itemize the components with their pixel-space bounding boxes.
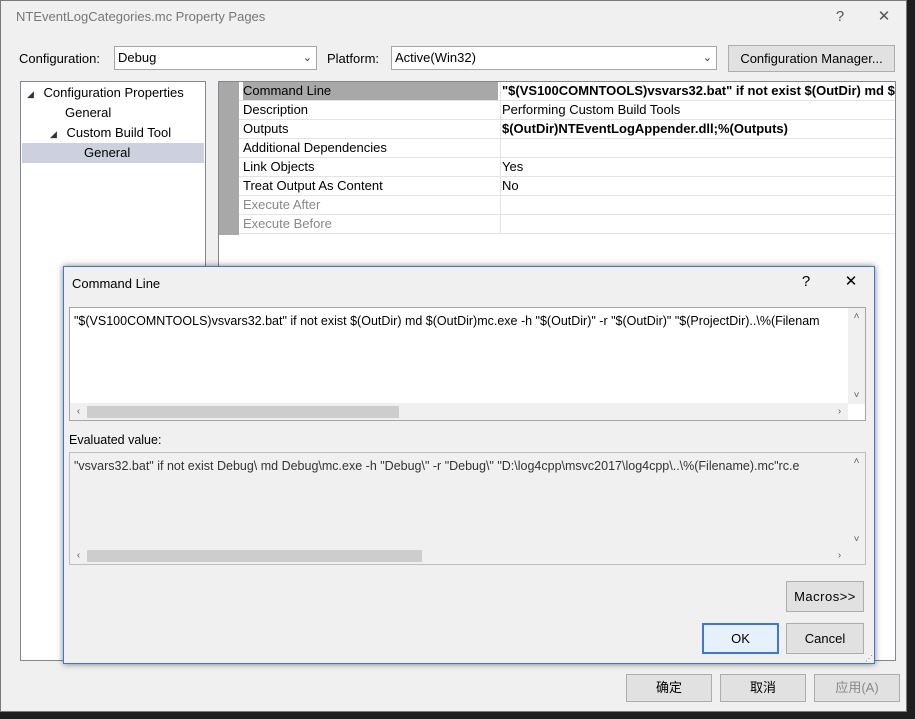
- property-value[interactable]: No: [502, 177, 895, 195]
- help-icon[interactable]: ?: [825, 5, 855, 29]
- evaluated-value-textarea[interactable]: "vsvars32.bat" if not exist Debug\ md De…: [69, 452, 866, 565]
- property-name: Additional Dependencies: [243, 140, 387, 155]
- close-icon[interactable]: ✕: [836, 270, 866, 294]
- scroll-up-icon[interactable]: ˄: [848, 453, 865, 470]
- configuration-label: Configuration:: [19, 51, 100, 66]
- window-title: NTEventLogCategories.mc Property Pages: [16, 9, 266, 24]
- property-name: Treat Output As Content: [243, 178, 383, 193]
- scroll-right-icon[interactable]: ›: [831, 547, 848, 564]
- platform-select[interactable]: Active(Win32) ⌄: [391, 46, 717, 70]
- property-value[interactable]: Performing Custom Build Tools: [502, 101, 895, 119]
- scroll-up-icon[interactable]: ˄: [848, 308, 865, 325]
- property-row-additional-dependencies[interactable]: Additional Dependencies: [239, 139, 895, 158]
- scroll-left-icon[interactable]: ‹: [70, 403, 87, 420]
- property-value[interactable]: $(OutDir)NTEventLogAppender.dll;%(Output…: [502, 120, 895, 138]
- property-row-treat-output-as-content[interactable]: Treat Output As Content No: [239, 177, 895, 196]
- expand-arrow-icon[interactable]: ◢: [50, 129, 57, 139]
- vertical-scrollbar[interactable]: ˄ ˅: [848, 453, 865, 548]
- property-name: Execute Before: [243, 216, 332, 231]
- scrollbar-thumb[interactable]: [87, 550, 422, 562]
- help-icon[interactable]: ?: [791, 270, 821, 294]
- command-line-text[interactable]: "$(VS100COMNTOOLS)vsvars32.bat" if not e…: [74, 314, 844, 328]
- property-value[interactable]: "$(VS100COMNTOOLS)vsvars32.bat" if not e…: [502, 82, 895, 100]
- property-row-execute-after[interactable]: Execute After: [239, 196, 895, 215]
- property-row-execute-before[interactable]: Execute Before: [239, 215, 895, 234]
- property-name: Command Line: [243, 82, 498, 100]
- ok-button[interactable]: 确定: [626, 674, 712, 702]
- grid-gutter: [219, 82, 239, 235]
- tree-item-label: Configuration Properties: [43, 85, 184, 100]
- scroll-down-icon[interactable]: ˅: [848, 531, 865, 548]
- configuration-value: Debug: [118, 50, 157, 65]
- property-row-description[interactable]: Description Performing Custom Build Tool…: [239, 101, 895, 120]
- expand-arrow-icon[interactable]: ◢: [27, 89, 34, 99]
- horizontal-scrollbar[interactable]: ‹ ›: [70, 547, 848, 564]
- property-row-command-line[interactable]: Command Line "$(VS100COMNTOOLS)vsvars32.…: [239, 82, 895, 101]
- apply-button[interactable]: 应用(A): [814, 674, 900, 702]
- property-name: Execute After: [243, 197, 321, 212]
- evaluated-value-text[interactable]: "vsvars32.bat" if not exist Debug\ md De…: [74, 459, 844, 473]
- tree-item-custom-build-general[interactable]: General: [22, 143, 204, 163]
- tree-item-custom-build-tool[interactable]: ◢ Custom Build Tool: [50, 123, 200, 143]
- property-name: Link Objects: [243, 159, 315, 174]
- evaluated-value-label: Evaluated value:: [69, 433, 162, 447]
- platform-value: Active(Win32): [395, 50, 476, 65]
- chevron-down-icon: ⌄: [302, 52, 312, 64]
- macros-button[interactable]: Macros>>: [786, 581, 864, 612]
- configuration-manager-button[interactable]: Configuration Manager...: [728, 45, 895, 72]
- horizontal-scrollbar[interactable]: ‹ ›: [70, 403, 848, 420]
- tree-item-configuration-properties[interactable]: ◢ Configuration Properties: [27, 83, 202, 103]
- property-name: Description: [243, 102, 309, 117]
- configuration-select[interactable]: Debug ⌄: [114, 46, 317, 70]
- property-value[interactable]: Yes: [502, 158, 895, 176]
- cancel-button[interactable]: 取消: [720, 674, 806, 702]
- command-line-dialog: Command Line ? ✕ "$(VS100COMNTOOLS)vsvar…: [63, 266, 875, 664]
- tree-item-general[interactable]: General: [65, 103, 200, 123]
- close-icon[interactable]: ✕: [869, 5, 899, 29]
- scroll-left-icon[interactable]: ‹: [70, 547, 87, 564]
- platform-label: Platform:: [327, 51, 380, 66]
- property-name: Outputs: [243, 121, 289, 136]
- tree-item-label: Custom Build Tool: [66, 125, 172, 140]
- scrollbar-thumb[interactable]: [87, 406, 399, 418]
- vertical-scrollbar[interactable]: ˄ ˅: [848, 308, 865, 404]
- property-row-outputs[interactable]: Outputs $(OutDir)NTEventLogAppender.dll;…: [239, 120, 895, 139]
- property-row-link-objects[interactable]: Link Objects Yes: [239, 158, 895, 177]
- tree-item-label: General: [65, 105, 112, 120]
- resize-grip-icon[interactable]: ⋰: [865, 654, 873, 663]
- dialog-ok-button[interactable]: OK: [702, 623, 779, 654]
- dialog-cancel-button[interactable]: Cancel: [786, 623, 864, 654]
- command-line-textarea[interactable]: "$(VS100COMNTOOLS)vsvars32.bat" if not e…: [69, 307, 866, 421]
- scroll-right-icon[interactable]: ›: [831, 403, 848, 420]
- chevron-down-icon: ⌄: [702, 52, 712, 64]
- dialog-title: Command Line: [72, 276, 161, 291]
- tree-item-label: General: [84, 145, 131, 160]
- scroll-down-icon[interactable]: ˅: [848, 387, 865, 404]
